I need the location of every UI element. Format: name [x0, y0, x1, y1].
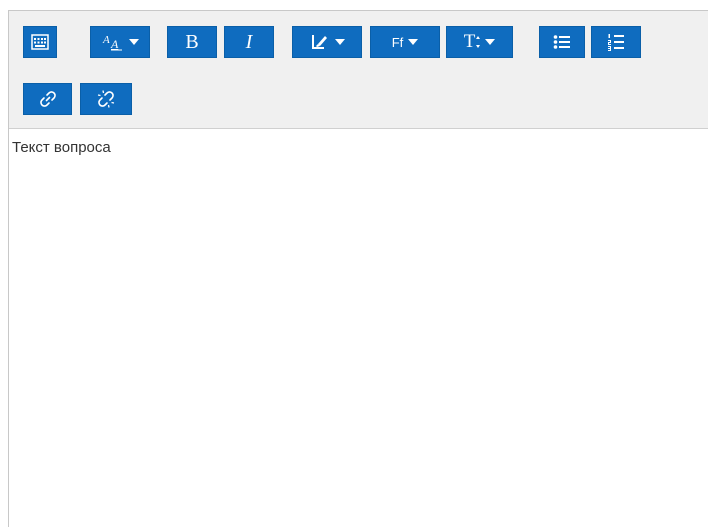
- unlink-icon: [96, 89, 116, 109]
- font-family-label: Ff: [391, 34, 404, 50]
- editor-content-area[interactable]: Текст вопроса: [12, 139, 702, 524]
- svg-text:A: A: [102, 34, 110, 46]
- editor-toolbar: A A B I Ff T: [9, 11, 708, 129]
- italic-button[interactable]: I: [224, 26, 274, 58]
- style-dropdown-button[interactable]: A A: [90, 26, 150, 58]
- ordered-list-button[interactable]: [591, 26, 641, 58]
- text-editor: A A B I Ff T Текст вопроса: [8, 10, 708, 527]
- bulleted-list-icon: [553, 34, 571, 50]
- unordered-list-button[interactable]: [539, 26, 585, 58]
- bold-button[interactable]: B: [167, 26, 217, 58]
- font-size-label: T: [463, 31, 476, 52]
- bold-label: B: [185, 31, 199, 53]
- text-color-dropdown-button[interactable]: [292, 26, 362, 58]
- show-more-buttons-icon: [31, 34, 49, 50]
- insert-link-button[interactable]: [23, 83, 72, 115]
- italic-label: I: [245, 31, 253, 53]
- chevron-down-icon: [128, 39, 139, 45]
- numbered-list-icon: [607, 33, 625, 51]
- editor-content-text: Текст вопроса: [12, 139, 111, 156]
- chevron-down-icon: [334, 39, 345, 45]
- paragraph-style-icon: A A: [102, 33, 126, 51]
- chevron-down-icon: [485, 39, 496, 45]
- font-family-dropdown-button[interactable]: Ff: [370, 26, 440, 58]
- unlink-button[interactable]: [80, 83, 132, 115]
- font-size-dropdown-button[interactable]: T: [446, 26, 513, 58]
- text-color-icon: [310, 32, 332, 52]
- link-icon: [39, 90, 57, 108]
- size-arrows-icon: [476, 36, 481, 48]
- svg-text:A: A: [110, 37, 119, 51]
- chevron-down-icon: [408, 39, 419, 45]
- font-size-icon: T: [464, 31, 482, 53]
- toolbar-toggle-button[interactable]: [23, 26, 57, 58]
